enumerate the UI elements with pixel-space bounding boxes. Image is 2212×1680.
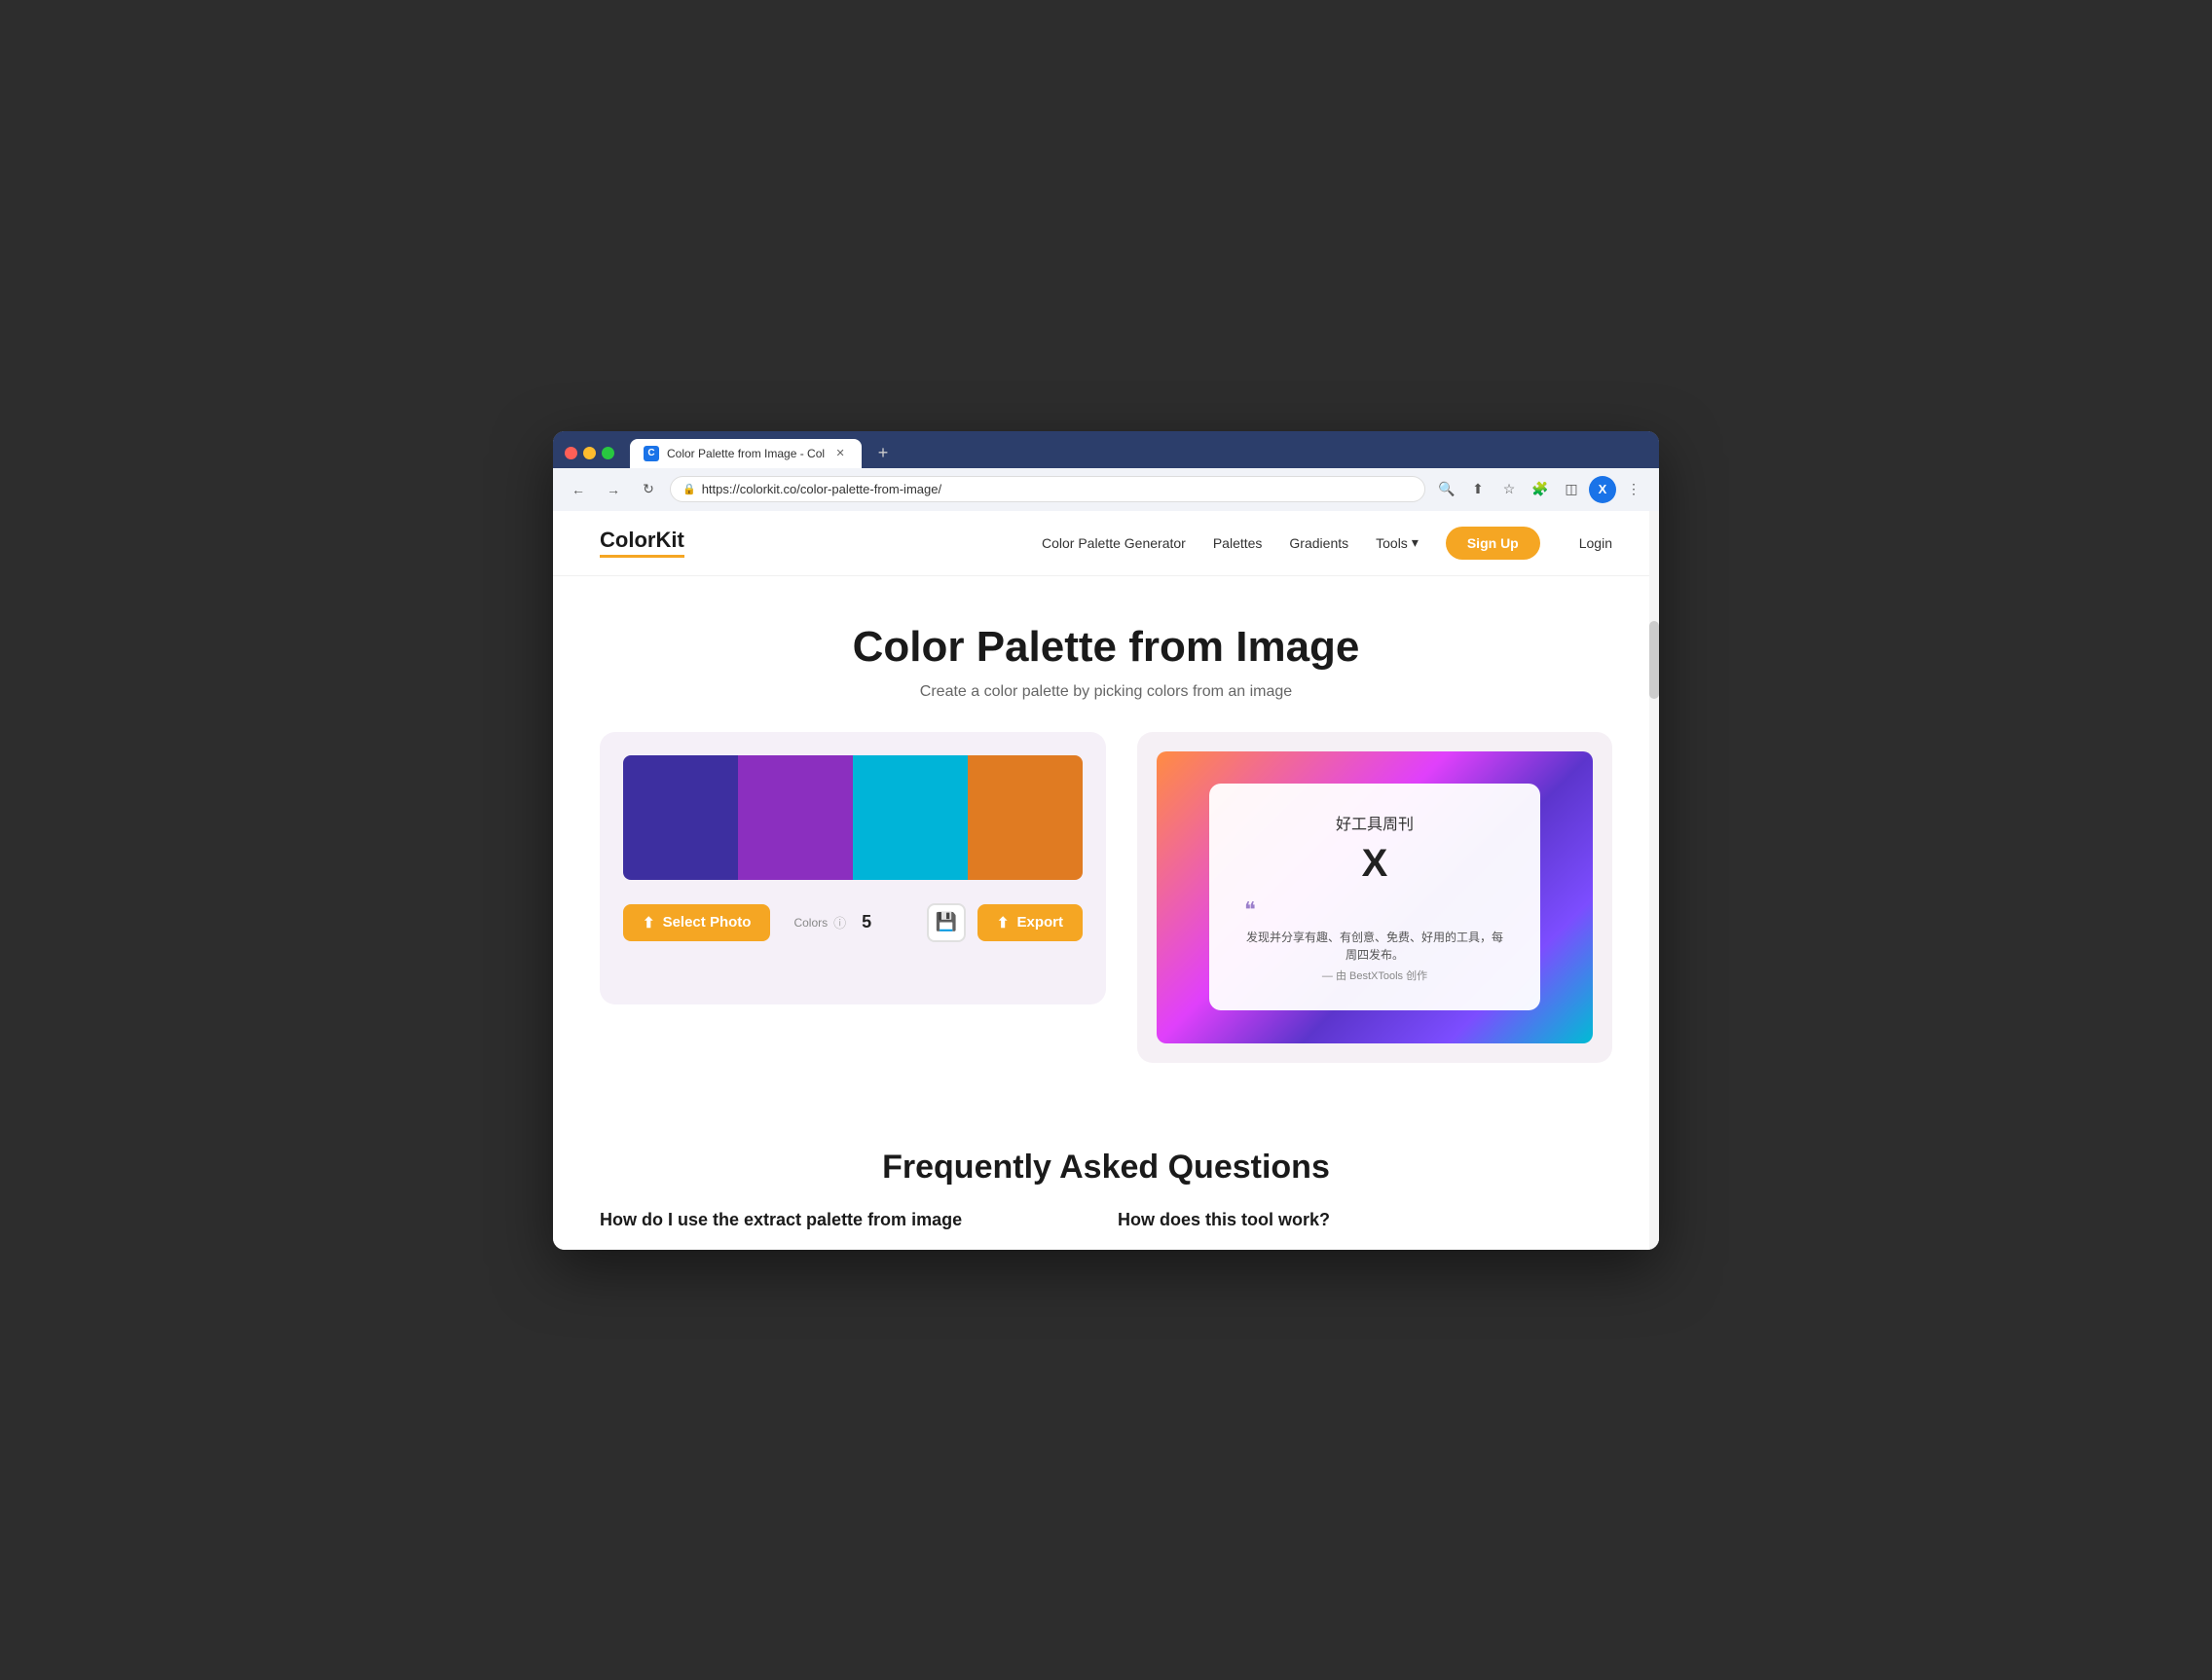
swatch-2[interactable] — [738, 755, 853, 880]
tab-favicon: C — [644, 446, 659, 461]
close-button[interactable] — [565, 447, 577, 459]
browser-titlebar: C Color Palette from Image - Col ✕ + ← →… — [553, 431, 1659, 511]
preview-card-quote: ❝ — [1244, 897, 1505, 923]
bookmark-button[interactable]: ☆ — [1495, 476, 1523, 503]
palette-controls: ⬆ Select Photo Colors ⓘ 5 💾 — [623, 903, 1083, 942]
export-button[interactable]: ⬆ Export — [977, 904, 1083, 941]
select-photo-button[interactable]: ⬆ Select Photo — [623, 904, 770, 941]
preview-image: 好工具周刊 X ❝ 发现并分享有趣、有创意、免费、好用的工具，每周四发布。 — … — [1157, 751, 1593, 1043]
hero-title: Color Palette from Image — [600, 623, 1612, 672]
page-wrapper: ColorKit Color Palette Generator Palette… — [553, 511, 1659, 1250]
nav-tools-dropdown[interactable]: Tools ▾ — [1376, 534, 1419, 551]
search-button[interactable]: 🔍 — [1433, 476, 1460, 503]
site-nav: ColorKit Color Palette Generator Palette… — [553, 511, 1659, 576]
site-logo[interactable]: ColorKit — [600, 528, 684, 558]
chevron-down-icon: ▾ — [1412, 534, 1419, 551]
palette-card: ⬆ Select Photo Colors ⓘ 5 💾 — [600, 732, 1106, 1004]
nav-gradients[interactable]: Gradients — [1289, 535, 1348, 551]
login-link[interactable]: Login — [1579, 535, 1612, 551]
faq-item-2: How does this tool work? — [1118, 1210, 1612, 1230]
preview-card-text: 发现并分享有趣、有创意、免费、好用的工具，每周四发布。 — [1244, 929, 1505, 964]
tool-area: ⬆ Select Photo Colors ⓘ 5 💾 — [553, 732, 1659, 1102]
browser-toolbar: ← → ↻ 🔒 https://colorkit.co/color-palett… — [553, 468, 1659, 511]
faq-item-1-title[interactable]: How do I use the extract palette from im… — [600, 1210, 1094, 1230]
refresh-button[interactable]: ↻ — [635, 476, 662, 503]
save-icon: 💾 — [936, 912, 957, 932]
faq-item-1: How do I use the extract palette from im… — [600, 1210, 1094, 1230]
share-button[interactable]: ⬆ — [1464, 476, 1492, 503]
swatch-1[interactable] — [623, 755, 738, 880]
tab-bar: C Color Palette from Image - Col ✕ + — [553, 431, 1659, 468]
preview-overlay-card: 好工具周刊 X ❝ 发现并分享有趣、有创意、免费、好用的工具，每周四发布。 — … — [1209, 784, 1540, 1010]
nav-links: Color Palette Generator Palettes Gradien… — [1042, 527, 1612, 560]
image-preview-card: 好工具周刊 X ❝ 发现并分享有趣、有创意、免费、好用的工具，每周四发布。 — … — [1137, 732, 1612, 1063]
lock-icon: 🔒 — [682, 483, 696, 495]
tab-close-button[interactable]: ✕ — [832, 446, 848, 461]
export-icon: ⬆ — [997, 914, 1010, 931]
url-text: https://colorkit.co/color-palette-from-i… — [702, 482, 1413, 496]
save-button[interactable]: 💾 — [927, 903, 966, 942]
preview-card-author: — 由 BestXTools 创作 — [1244, 968, 1505, 983]
preview-card-title: 好工具周刊 — [1244, 811, 1505, 834]
colors-label: Colors — [793, 916, 828, 930]
tab-title: Color Palette from Image - Col — [667, 447, 825, 460]
toolbar-actions: 🔍 ⬆ ☆ 🧩 ◫ X ⋮ — [1433, 476, 1647, 503]
faq-title: Frequently Asked Questions — [600, 1149, 1612, 1187]
page-scrollbar[interactable] — [1649, 511, 1659, 1250]
faq-item-2-title[interactable]: How does this tool work? — [1118, 1210, 1612, 1230]
page-content: ColorKit Color Palette Generator Palette… — [553, 511, 1659, 1250]
nav-color-palette-generator[interactable]: Color Palette Generator — [1042, 535, 1186, 551]
traffic-lights — [565, 447, 614, 459]
menu-button[interactable]: ⋮ — [1620, 476, 1647, 503]
hero-section: Color Palette from Image Create a color … — [553, 576, 1659, 732]
color-swatches — [623, 755, 1083, 880]
hero-subtitle: Create a color palette by picking colors… — [600, 683, 1612, 701]
minimize-button[interactable] — [583, 447, 596, 459]
maximize-button[interactable] — [602, 447, 614, 459]
new-tab-button[interactable]: + — [869, 440, 897, 467]
info-icon: ⓘ — [833, 913, 846, 931]
back-button[interactable]: ← — [565, 476, 592, 503]
scrollbar-thumb[interactable] — [1649, 621, 1659, 699]
sidebar-button[interactable]: ◫ — [1558, 476, 1585, 503]
swatch-3[interactable] — [853, 755, 968, 880]
preview-card-x: X — [1244, 842, 1505, 886]
extensions-button[interactable]: 🧩 — [1527, 476, 1554, 503]
faq-grid: How do I use the extract palette from im… — [600, 1210, 1612, 1230]
faq-section: Frequently Asked Questions How do I use … — [553, 1102, 1659, 1250]
active-tab[interactable]: C Color Palette from Image - Col ✕ — [630, 439, 862, 468]
address-bar[interactable]: 🔒 https://colorkit.co/color-palette-from… — [670, 476, 1425, 502]
upload-icon: ⬆ — [643, 914, 655, 931]
colors-count: 5 — [862, 912, 871, 932]
preview-img-background: 好工具周刊 X ❝ 发现并分享有趣、有创意、免费、好用的工具，每周四发布。 — … — [1157, 751, 1593, 1043]
nav-palettes[interactable]: Palettes — [1213, 535, 1263, 551]
forward-button[interactable]: → — [600, 476, 627, 503]
swatch-4[interactable] — [968, 755, 1083, 880]
browser-window: C Color Palette from Image - Col ✕ + ← →… — [553, 431, 1659, 1250]
profile-button[interactable]: X — [1589, 476, 1616, 503]
signup-button[interactable]: Sign Up — [1446, 527, 1540, 560]
